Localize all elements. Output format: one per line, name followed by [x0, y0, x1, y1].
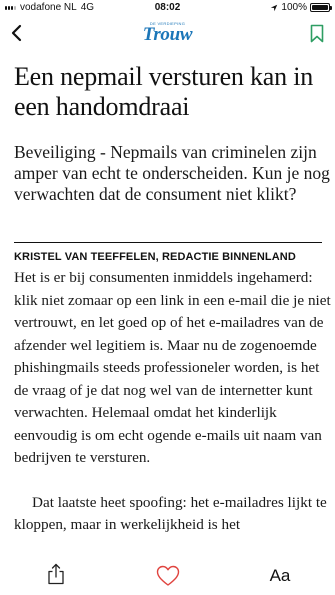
nav-bar: DE VERDIEPING Trouw — [0, 16, 335, 52]
logo-text: Trouw — [142, 24, 193, 45]
article-lead: Beveiliging - Nepmails van criminelen zi… — [14, 142, 330, 204]
text-size-button[interactable]: Aa — [266, 565, 294, 587]
bottom-toolbar: Aa — [0, 555, 335, 595]
favorite-button[interactable] — [156, 565, 180, 587]
status-bar: vodafone NL 4G 08:02 100% — [0, 0, 335, 16]
article-headline: Een nepmail versturen kan in een handomd… — [14, 62, 314, 121]
share-icon — [48, 563, 64, 585]
bookmark-icon — [310, 24, 324, 43]
heart-icon — [156, 565, 180, 586]
article-body: Het is er bij consumenten inmiddels inge… — [14, 267, 332, 537]
article-byline: KRISTEL VAN TEEFFELEN, REDACTIE BINNENLA… — [14, 251, 296, 263]
status-right: 100% — [270, 2, 332, 13]
trouw-logo: DE VERDIEPING Trouw — [0, 22, 335, 45]
article-paragraph: Dat laatste heet spoofing: het e-mailadr… — [14, 493, 327, 534]
divider — [14, 242, 322, 243]
battery-percent: 100% — [281, 2, 307, 13]
bookmark-button[interactable] — [310, 24, 324, 43]
article-paragraph: Het is er bij consumenten inmiddels inge… — [14, 269, 331, 466]
share-button[interactable] — [47, 563, 65, 585]
location-icon — [271, 4, 278, 11]
battery-icon — [310, 3, 332, 12]
